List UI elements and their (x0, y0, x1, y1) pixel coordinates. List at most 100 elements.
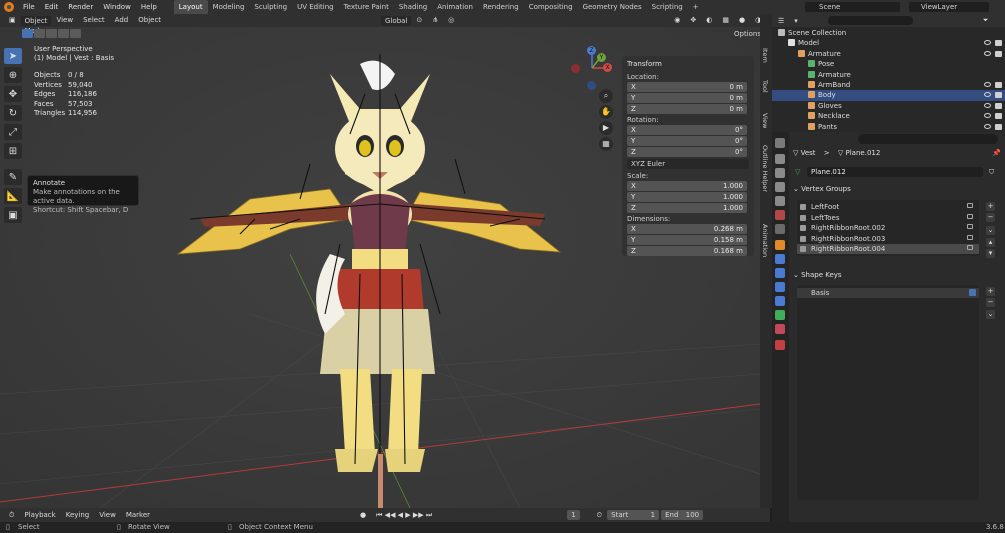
add-vertex-group-button[interactable]: + (986, 202, 995, 211)
outliner-row[interactable]: Armature (772, 70, 1005, 81)
dimensions-x-field[interactable]: X 0.268 m (627, 224, 747, 234)
viewport-menu-add[interactable]: Add (110, 14, 134, 27)
tab-scripting[interactable]: Scripting (647, 0, 688, 14)
tab-modeling[interactable]: Modeling (208, 0, 250, 14)
viewport-menu-view[interactable]: View (51, 14, 78, 27)
menu-file[interactable]: File (18, 0, 40, 14)
select-extend-icon[interactable] (34, 29, 45, 38)
gizmo-neg-z-axis[interactable] (587, 81, 596, 90)
mesh-data-tab-icon[interactable] (775, 310, 785, 320)
blender-logo-icon[interactable] (4, 2, 14, 12)
grid-view-icon[interactable]: ▦ (599, 137, 613, 151)
output-tab-icon[interactable] (775, 168, 785, 178)
gizmo-neg-x-axis[interactable] (571, 64, 580, 73)
lock-icon[interactable] (967, 234, 973, 240)
tab-geometry-nodes[interactable]: Geometry Nodes (578, 0, 647, 14)
eye-icon[interactable] (984, 92, 991, 98)
scale-x-field[interactable]: X 1.000 (627, 181, 747, 191)
timeline-menu-playback[interactable]: Playback (19, 509, 60, 522)
modifier-tab-icon[interactable] (775, 254, 785, 264)
outliner-row[interactable]: ArmBand (772, 80, 1005, 91)
eye-icon[interactable] (984, 82, 991, 87)
timeline-menu-view[interactable]: View (94, 509, 121, 522)
outliner-row[interactable]: Model (772, 38, 1005, 49)
select-intersect-icon[interactable] (70, 29, 81, 38)
outliner-row[interactable]: Pants (772, 122, 1005, 133)
outliner-row[interactable]: Gloves (772, 101, 1005, 112)
playback-controls-icon[interactable]: ⏮ ◀◀ ◀ ▶ ▶▶ ⏭ (371, 509, 437, 522)
annotate-tool-icon[interactable]: ✎ (4, 169, 22, 185)
menu-window[interactable]: Window (98, 0, 136, 14)
record-icon[interactable]: ● (355, 509, 371, 522)
proportional-edit-icon[interactable]: ◎ (443, 14, 459, 27)
tab-layout[interactable]: Layout (173, 0, 208, 14)
sidebar-tab-outline-helper[interactable]: Outline Helper (761, 145, 769, 192)
rotation-y-field[interactable]: Y 0° (627, 136, 747, 146)
end-frame-field[interactable]: End 100 (661, 510, 704, 520)
add-workspace-button[interactable]: + (688, 0, 704, 14)
outliner-row[interactable]: Pose (772, 59, 1005, 70)
scene-tab-icon[interactable] (775, 196, 785, 206)
eye-icon[interactable] (984, 123, 991, 129)
eye-icon[interactable] (984, 50, 991, 56)
overlay-toggle-icon[interactable]: ◐ (701, 14, 717, 27)
lock-icon[interactable] (967, 224, 973, 229)
tab-sculpting[interactable]: Sculpting (249, 0, 292, 14)
snap-icon[interactable]: ⋔ (427, 14, 443, 27)
material-tab-icon[interactable] (775, 324, 785, 334)
sidebar-tab-view[interactable]: View (761, 113, 769, 128)
mesh-name-field[interactable]: Plane.012 (807, 167, 983, 177)
viewport-menu-select[interactable]: Select (78, 14, 110, 27)
outliner-row[interactable]: Body (772, 90, 1005, 101)
particles-tab-icon[interactable] (775, 268, 785, 278)
menu-render[interactable]: Render (63, 0, 98, 14)
measure-tool-icon[interactable]: 📐 (4, 188, 22, 204)
view-layer-tab-icon[interactable] (775, 182, 785, 192)
preview-range-icon[interactable]: ⏲ (592, 509, 607, 522)
timeline-editor-icon[interactable]: ⏱ (4, 509, 19, 522)
remove-vertex-group-button[interactable]: − (986, 213, 995, 222)
select-difference-icon[interactable] (58, 29, 69, 38)
collection-tab-icon[interactable] (775, 224, 785, 234)
tab-animation[interactable]: Animation (432, 0, 478, 14)
add-shape-key-button[interactable]: + (986, 287, 995, 296)
fake-user-icon[interactable]: ⛉ (989, 168, 994, 177)
camera-icon[interactable] (995, 92, 1002, 99)
start-frame-field[interactable]: Start 1 (607, 510, 660, 520)
physics-tab-icon[interactable] (775, 282, 785, 292)
dimensions-z-field[interactable]: Z 0.168 m (627, 246, 747, 256)
lock-icon[interactable] (967, 203, 973, 208)
shape-key-specials-icon[interactable]: ⌄ (986, 310, 995, 319)
camera-view-icon[interactable]: ▶ (599, 121, 613, 135)
shape-key-checkbox[interactable] (969, 289, 976, 296)
pan-hand-icon[interactable]: ✋ (599, 105, 613, 119)
gizmo-x-axis[interactable]: X (603, 63, 612, 72)
select-subtract-icon[interactable] (46, 29, 57, 38)
mode-selector[interactable]: Object Mode (20, 15, 52, 35)
constraints-tab-icon[interactable] (775, 296, 785, 306)
display-mode-icon[interactable]: ▾ (794, 17, 798, 25)
eye-icon[interactable] (984, 113, 991, 119)
vertex-group-item[interactable]: RightRibbonRoot.002 (797, 223, 979, 233)
timeline-menu-marker[interactable]: Marker (121, 509, 155, 522)
pin-icon[interactable]: 📌 (992, 149, 1001, 157)
vertex-group-item[interactable]: RightRibbonRoot.004 (797, 244, 979, 254)
remove-shape-key-button[interactable]: − (986, 298, 995, 307)
outliner-row[interactable]: Armature (772, 49, 1005, 60)
camera-icon[interactable] (995, 82, 1002, 88)
lock-icon[interactable] (967, 213, 973, 219)
render-tab-icon[interactable] (775, 154, 785, 164)
move-tool-icon[interactable]: ✥ (4, 86, 22, 102)
tool-tab-icon[interactable] (775, 138, 785, 148)
editor-type-icon[interactable]: ▣ (4, 14, 21, 27)
camera-icon[interactable] (995, 50, 1002, 57)
tab-texture-paint[interactable]: Texture Paint (339, 0, 394, 14)
options-dropdown[interactable]: Options (734, 30, 760, 38)
object-tab-icon[interactable] (775, 240, 785, 250)
eye-icon[interactable] (984, 40, 991, 46)
sidebar-tab-animation[interactable]: Animation (761, 224, 769, 257)
vertex-group-item[interactable]: RightRibbonRoot.003 (797, 234, 979, 244)
vertex-group-item[interactable]: LeftToes (797, 213, 979, 223)
outliner-editor-icon[interactable]: ☰ (778, 17, 784, 25)
add-cube-tool-icon[interactable]: ▣ (4, 207, 22, 223)
